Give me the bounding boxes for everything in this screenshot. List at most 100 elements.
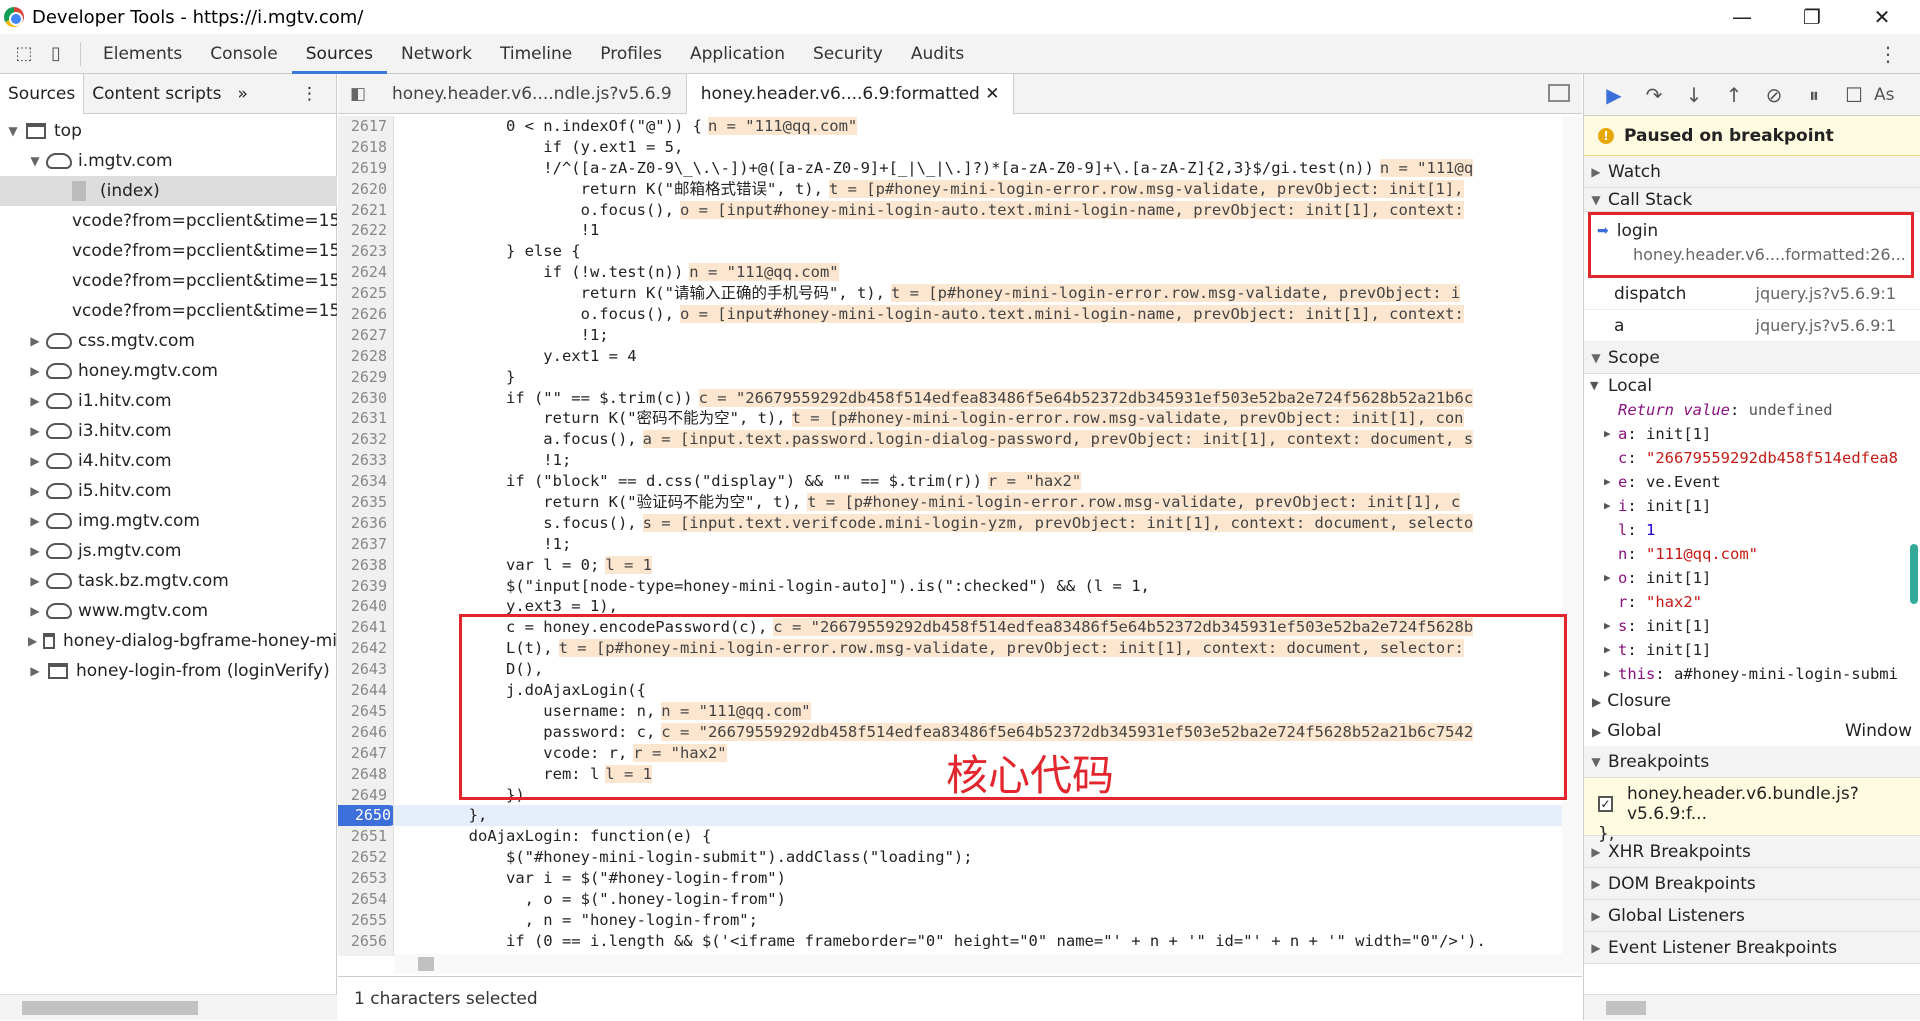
- line-number[interactable]: 2647: [338, 743, 393, 764]
- collapsed-arrow-icon[interactable]: ▶: [28, 334, 42, 348]
- sidebar-horizontal-scrollbar[interactable]: [1584, 994, 1920, 1020]
- panel-tab-security[interactable]: Security: [799, 34, 897, 74]
- code-line[interactable]: o.focus(), o = [input#honey-mini-login-au…: [394, 200, 1562, 221]
- scope-variable[interactable]: ▶ e: ve.Event: [1584, 470, 1920, 494]
- line-number[interactable]: 2618: [338, 137, 393, 158]
- line-number[interactable]: 2624: [338, 262, 393, 283]
- code-line[interactable]: y.ext1 = 4: [394, 346, 1562, 367]
- line-number[interactable]: 2628: [338, 346, 393, 367]
- code-line[interactable]: var l = 0; l = 1: [394, 555, 1562, 576]
- line-number[interactable]: 2637: [338, 534, 393, 555]
- scope-variable[interactable]: ▶ this: a#honey-mini-login-submi: [1584, 662, 1920, 686]
- tree-item[interactable]: ▶ i3.hitv.com: [0, 416, 337, 446]
- code-area[interactable]: 0 < n.indexOf("@")) {n = "111@qq.com" if…: [394, 116, 1562, 956]
- line-number[interactable]: 2646: [338, 722, 393, 743]
- line-number[interactable]: 2654: [338, 889, 393, 910]
- code-line[interactable]: return K("邮箱格式错误", t), t = [p#honey-mini-…: [394, 179, 1562, 200]
- line-number[interactable]: 2643: [338, 659, 393, 680]
- tree-item[interactable]: ▶ css.mgtv.com: [0, 326, 337, 356]
- tree-item[interactable]: ▶ honey-dialog-bgframe-honey-mi: [0, 626, 337, 656]
- breakpoint-entry[interactable]: ✓ honey.header.v6.bundle.js?v5.6.9:f... }…: [1584, 778, 1920, 844]
- navigator-menu-icon[interactable]: ⋮: [293, 74, 326, 114]
- line-number[interactable]: 2632: [338, 429, 393, 450]
- code-line[interactable]: !1;: [394, 450, 1562, 471]
- collapsed-arrow-icon[interactable]: ▶: [28, 544, 42, 558]
- tree-item[interactable]: vcode?from=pcclient&time=15: [0, 266, 337, 296]
- line-number[interactable]: 2630: [338, 388, 393, 409]
- line-number[interactable]: 2617: [338, 116, 393, 137]
- line-number[interactable]: 2636: [338, 513, 393, 534]
- code-line[interactable]: !1: [394, 220, 1562, 241]
- tree-item[interactable]: (index): [0, 176, 337, 206]
- code-line[interactable]: a.focus(), a = [input.text.password.login…: [394, 429, 1562, 450]
- line-number[interactable]: 2621: [338, 200, 393, 221]
- collapsed-arrow-icon[interactable]: ▶: [28, 664, 42, 678]
- collapsed-arrow-icon[interactable]: ▶: [1604, 614, 1611, 638]
- tab-content-scripts[interactable]: Content scripts: [84, 74, 229, 114]
- callstack-frame-dispatch[interactable]: dispatch jquery.js?v5.6.9:1: [1584, 278, 1920, 310]
- deactivate-breakpoints-icon[interactable]: ⊘: [1754, 74, 1794, 116]
- line-number[interactable]: 2627: [338, 325, 393, 346]
- close-window-button[interactable]: ✕: [1846, 0, 1918, 34]
- line-number[interactable]: 2622: [338, 220, 393, 241]
- code-line[interactable]: 0 < n.indexOf("@")) {n = "111@qq.com": [394, 116, 1562, 137]
- tree-item[interactable]: ▶ honey-login-from (loginVerify): [0, 656, 337, 686]
- line-number[interactable]: 2631: [338, 408, 393, 429]
- line-number[interactable]: 2639: [338, 576, 393, 597]
- code-line[interactable]: , o = $(".honey-login-from"): [394, 889, 1562, 910]
- dom-breakpoints-header[interactable]: ▶ DOM Breakpoints: [1584, 868, 1920, 900]
- scope-variable[interactable]: n: "111@qq.com": [1584, 542, 1920, 566]
- code-line[interactable]: $("input[node-type=honey-mini-login-auto…: [394, 576, 1562, 597]
- code-line[interactable]: if ("block" == d.css("display") && "" ==…: [394, 471, 1562, 492]
- step-out-icon[interactable]: ↑: [1714, 74, 1754, 116]
- breakpoints-section-header[interactable]: ▼ Breakpoints: [1584, 746, 1920, 778]
- expanded-arrow-icon[interactable]: ▼: [28, 154, 42, 168]
- panel-tab-audits[interactable]: Audits: [897, 34, 978, 74]
- collapsed-arrow-icon[interactable]: ▶: [1604, 494, 1611, 518]
- scope-variable[interactable]: ▶ t: init[1]: [1584, 638, 1920, 662]
- collapsed-arrow-icon[interactable]: ▶: [28, 364, 42, 378]
- code-line[interactable]: var i = $("#honey-login-from"): [394, 868, 1562, 889]
- event-listener-breakpoints-header[interactable]: ▶ Event Listener Breakpoints: [1584, 932, 1920, 964]
- breakpoint-checkbox[interactable]: ✓: [1598, 796, 1613, 812]
- tree-item[interactable]: ▶ i1.hitv.com: [0, 386, 337, 416]
- line-number[interactable]: 2642: [338, 638, 393, 659]
- panel-tab-application[interactable]: Application: [676, 34, 799, 74]
- line-number[interactable]: 2657: [338, 952, 393, 956]
- callstack-frame-a[interactable]: a jquery.js?v5.6.9:1: [1584, 310, 1920, 342]
- resume-icon[interactable]: ▶: [1594, 74, 1634, 116]
- code-line[interactable]: doAjaxLogin: function(e) {: [394, 826, 1562, 847]
- scope-variable[interactable]: c: "26679559292db458f514edfea8: [1584, 446, 1920, 470]
- code-line[interactable]: if (y.ext1 = 5,: [394, 137, 1562, 158]
- collapsed-arrow-icon[interactable]: ▶: [1604, 662, 1611, 686]
- sidebar-scrollbar[interactable]: [1906, 476, 1920, 604]
- navigator-scrollbar[interactable]: [0, 994, 337, 1020]
- line-number[interactable]: 2656: [338, 931, 393, 952]
- line-number[interactable]: 2633: [338, 450, 393, 471]
- minimize-button[interactable]: —: [1706, 0, 1778, 34]
- callstack-section-header[interactable]: ▼ Call Stack: [1584, 188, 1920, 212]
- collapsed-arrow-icon[interactable]: ▶: [28, 634, 37, 648]
- collapsed-arrow-icon[interactable]: ▶: [28, 604, 42, 618]
- inspect-element-icon[interactable]: ⬚: [8, 34, 40, 74]
- code-line[interactable]: $("#honey-mini-login-submit").addClass("…: [394, 847, 1562, 868]
- xhr-breakpoints-header[interactable]: ▶ XHR Breakpoints: [1584, 836, 1920, 868]
- line-number[interactable]: 2648: [338, 764, 393, 785]
- collapsed-arrow-icon[interactable]: ▶: [1604, 566, 1611, 590]
- collapsed-arrow-icon[interactable]: ▶: [28, 454, 42, 468]
- scrollbar-thumb[interactable]: [1606, 1001, 1646, 1015]
- line-number[interactable]: 2649: [338, 785, 393, 806]
- code-line[interactable]: }: [394, 367, 1562, 388]
- line-number[interactable]: 2638: [338, 555, 393, 576]
- scope-global[interactable]: ▶ Global Window: [1584, 716, 1920, 746]
- line-number[interactable]: 2652: [338, 847, 393, 868]
- more-options-icon[interactable]: ⋮: [1878, 42, 1898, 66]
- code-line[interactable]: },: [394, 805, 1562, 827]
- pause-on-exceptions-icon[interactable]: ⏸: [1794, 74, 1834, 116]
- line-number[interactable]: 2629: [338, 367, 393, 388]
- scrollbar-thumb[interactable]: [418, 957, 434, 971]
- line-number[interactable]: 2651: [338, 826, 393, 847]
- tree-item[interactable]: vcode?from=pcclient&time=15: [0, 296, 337, 326]
- close-tab-icon[interactable]: ✕: [985, 84, 999, 104]
- collapsed-arrow-icon[interactable]: ▶: [1604, 422, 1611, 446]
